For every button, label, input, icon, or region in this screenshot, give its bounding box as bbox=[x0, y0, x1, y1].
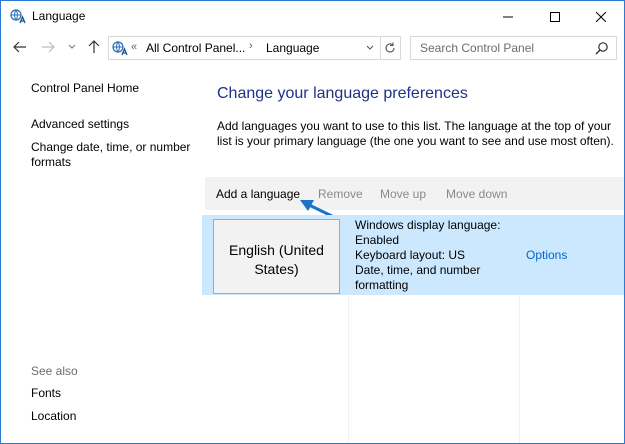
recent-locations-button[interactable] bbox=[63, 38, 81, 56]
title-bar: Language bbox=[1, 1, 624, 32]
forward-button[interactable] bbox=[39, 38, 57, 56]
sidebar-link-change-date-time[interactable]: Change date, time, or number formats bbox=[31, 140, 201, 170]
breadcrumb-separator[interactable]: › bbox=[249, 40, 253, 52]
address-bar[interactable]: « All Control Panel... › Language bbox=[108, 36, 381, 60]
page-title: Change your language preferences bbox=[217, 85, 468, 102]
see-also-link-location[interactable]: Location bbox=[31, 409, 76, 424]
column-divider bbox=[519, 295, 520, 443]
refresh-icon bbox=[384, 42, 395, 53]
arrow-up-icon bbox=[88, 40, 100, 53]
page-description: Add languages you want to use to this li… bbox=[217, 119, 614, 148]
arrow-right-icon bbox=[42, 41, 55, 53]
language-detail-line: formatting bbox=[355, 278, 409, 292]
move-down-button[interactable]: Move down bbox=[446, 187, 507, 201]
close-icon bbox=[596, 11, 606, 22]
minimize-icon bbox=[503, 16, 513, 17]
search-input[interactable]: Search Control Panel bbox=[420, 41, 534, 55]
control-panel-icon bbox=[112, 41, 128, 56]
language-name: English (United States) bbox=[214, 241, 339, 279]
see-also-heading: See also bbox=[31, 364, 78, 378]
window-title: Language bbox=[32, 9, 86, 23]
sidebar-link-control-panel-home[interactable]: Control Panel Home bbox=[31, 81, 139, 96]
language-detail-line: Enabled bbox=[355, 233, 400, 247]
maximize-icon bbox=[550, 11, 560, 22]
search-icon[interactable] bbox=[595, 41, 609, 55]
language-detail-line: Keyboard layout: US bbox=[355, 248, 466, 262]
breadcrumb-language[interactable]: Language bbox=[266, 41, 319, 55]
navigation-bar: « All Control Panel... › Language Search… bbox=[1, 34, 624, 62]
breadcrumb-overflow[interactable]: « bbox=[131, 41, 137, 53]
language-details: Windows display language: Enabled Keyboa… bbox=[355, 218, 500, 293]
language-window: Language « All Control Panel... › Langua… bbox=[0, 0, 625, 444]
language-icon bbox=[10, 9, 26, 24]
close-button[interactable] bbox=[578, 1, 624, 32]
language-options-link[interactable]: Options bbox=[526, 248, 567, 262]
address-dropdown-button[interactable] bbox=[361, 37, 379, 59]
breadcrumb-all-control-panel[interactable]: All Control Panel... bbox=[146, 41, 245, 55]
language-detail-line: Windows display language: bbox=[355, 218, 501, 232]
see-also-link-fonts[interactable]: Fonts bbox=[31, 386, 61, 401]
arrow-left-icon bbox=[13, 41, 26, 53]
move-up-button[interactable]: Move up bbox=[380, 187, 426, 201]
maximize-button[interactable] bbox=[532, 1, 578, 32]
language-name-line2: States) bbox=[254, 261, 299, 277]
minimize-button[interactable] bbox=[485, 1, 531, 32]
back-button[interactable] bbox=[11, 38, 29, 56]
search-box[interactable]: Search Control Panel bbox=[410, 36, 617, 60]
column-divider bbox=[348, 295, 349, 443]
language-tile[interactable]: English (United States) bbox=[213, 219, 340, 294]
language-list-item[interactable]: English (United States) Windows display … bbox=[202, 215, 624, 295]
language-toolbar: Add a language Remove Move up Move down bbox=[205, 177, 624, 210]
sidebar-link-advanced-settings[interactable]: Advanced settings bbox=[31, 117, 129, 132]
language-name-line1: English (United bbox=[229, 242, 324, 258]
chevron-down-icon bbox=[366, 45, 374, 50]
refresh-button[interactable] bbox=[379, 36, 401, 60]
up-button[interactable] bbox=[85, 38, 103, 56]
chevron-down-icon bbox=[68, 44, 76, 49]
add-language-button[interactable]: Add a language bbox=[216, 187, 300, 201]
language-detail-line: Date, time, and number bbox=[355, 263, 481, 277]
